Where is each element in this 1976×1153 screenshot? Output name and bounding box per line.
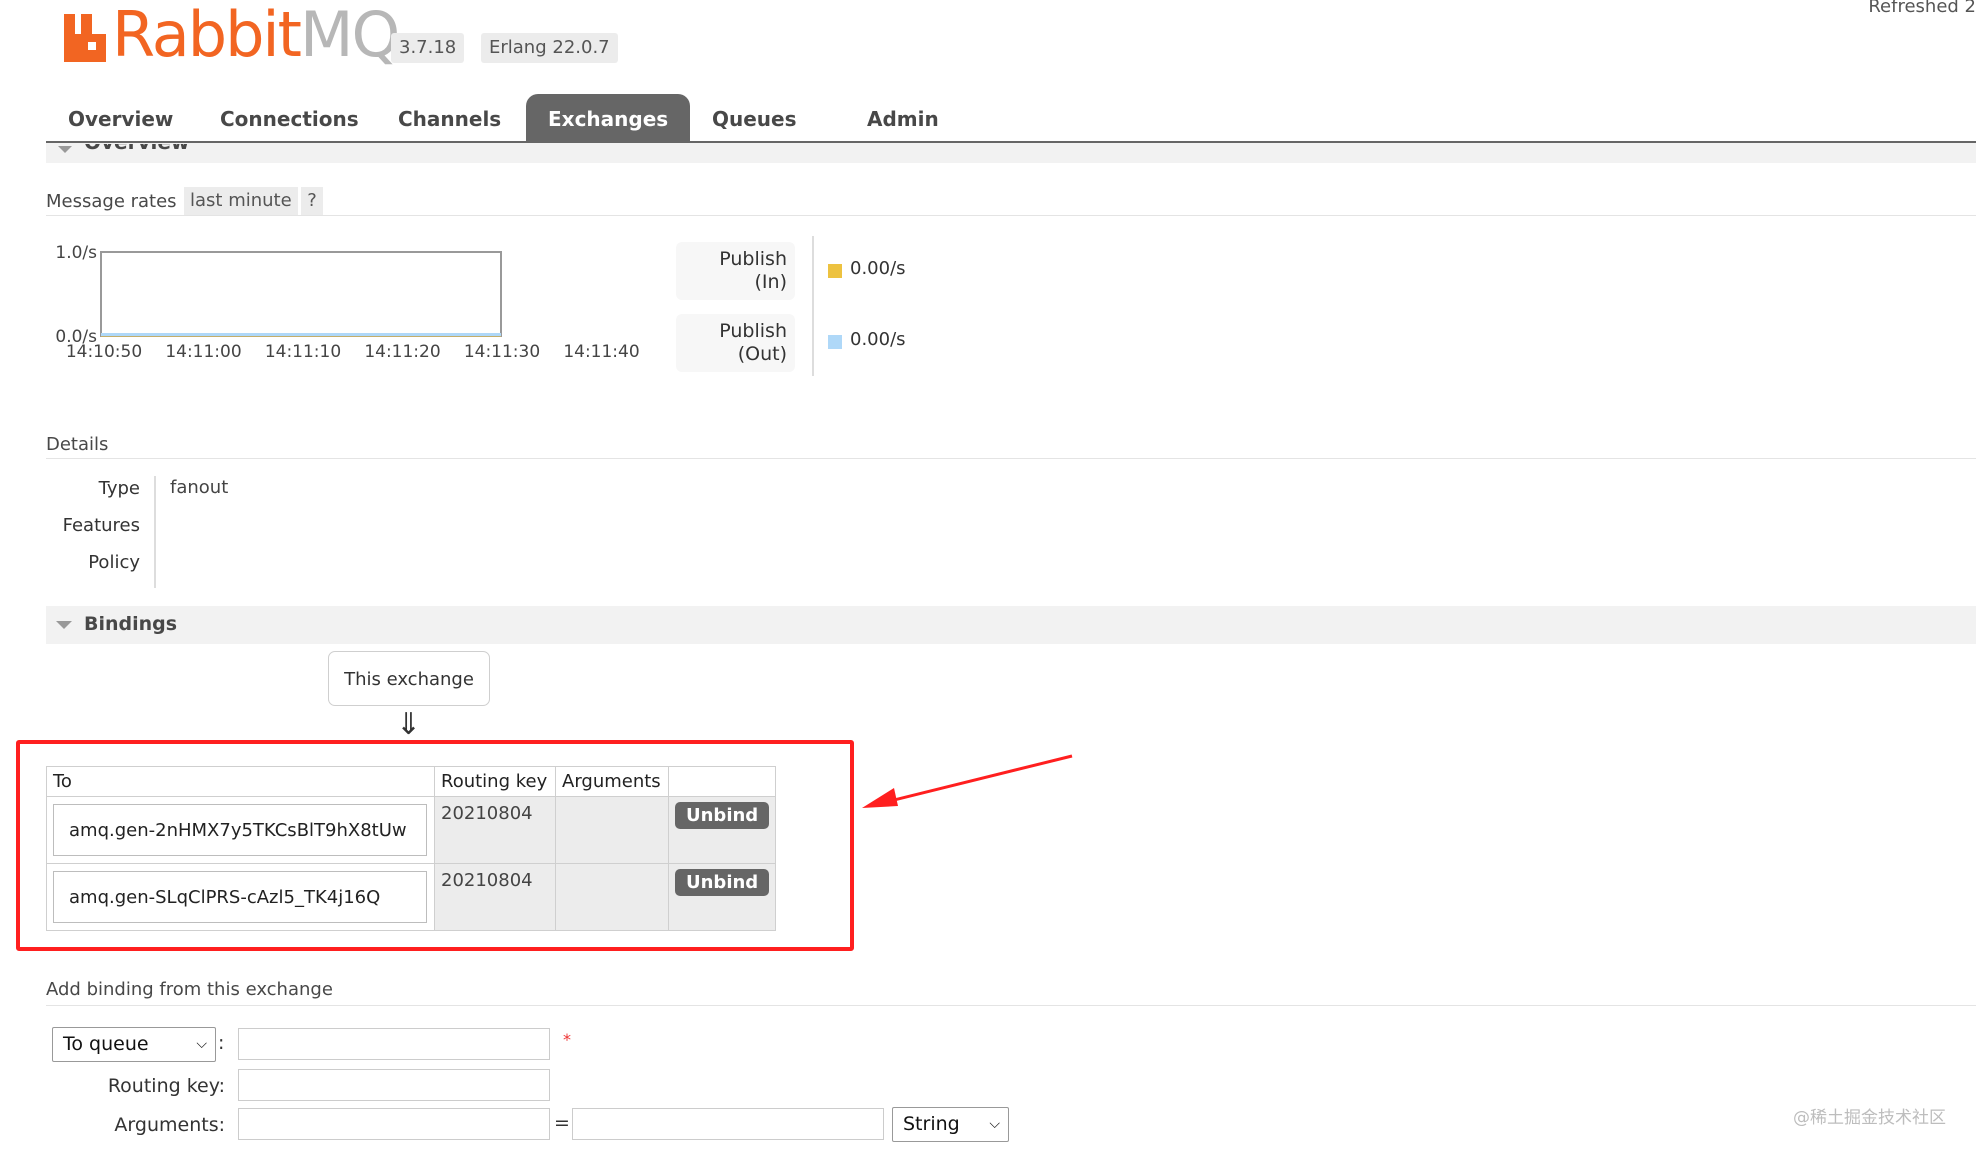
tab-queues[interactable]: Queues bbox=[690, 94, 819, 142]
type-label: Type bbox=[98, 478, 140, 499]
brand-mq: MQ bbox=[299, 0, 400, 71]
x-tick-label: 14:11:30 bbox=[464, 342, 540, 362]
publish-in-rate: 0.00/s bbox=[850, 258, 906, 279]
legend-publish-in[interactable]: Publish (In) bbox=[676, 242, 795, 300]
message-rates-label: Message rates bbox=[46, 191, 177, 212]
routing-key-label: Routing key: bbox=[107, 1075, 225, 1097]
overview-section-header[interactable] bbox=[46, 143, 1976, 163]
tab-channels[interactable]: Channels bbox=[376, 94, 523, 142]
version-badge: 3.7.18 bbox=[391, 33, 465, 63]
argument-type-select[interactable]: String ⌵ bbox=[892, 1107, 1009, 1142]
destination-type-select[interactable]: To queue ⌵ bbox=[52, 1027, 216, 1062]
destination-name-input[interactable] bbox=[238, 1028, 550, 1060]
publish-out-color-swatch bbox=[828, 335, 842, 349]
add-binding-label: Add binding from this exchange bbox=[46, 979, 333, 1000]
collapse-triangle-icon[interactable] bbox=[56, 621, 72, 629]
routing-key-input[interactable] bbox=[238, 1069, 550, 1101]
highlight-box bbox=[16, 740, 854, 951]
details-label: Details bbox=[46, 434, 109, 455]
refreshed-status[interactable]: Refreshed 2 bbox=[1868, 0, 1976, 17]
collapse-triangle-icon[interactable] bbox=[58, 146, 72, 153]
type-value: fanout bbox=[170, 477, 229, 498]
publish-in-color-swatch bbox=[828, 264, 842, 278]
x-tick-label: 14:11:10 bbox=[265, 342, 341, 362]
tab-overview[interactable]: Overview bbox=[46, 94, 195, 142]
down-arrow-icon: ⇓ bbox=[396, 707, 422, 742]
bindings-section-header[interactable] bbox=[46, 606, 1976, 644]
legend-publish-in-line1: Publish bbox=[719, 248, 787, 270]
details-separator bbox=[154, 476, 156, 588]
x-tick-label: 14:11:00 bbox=[165, 342, 241, 362]
argument-type-value: String bbox=[903, 1113, 960, 1135]
x-tick-label: 14:10:50 bbox=[66, 342, 142, 362]
this-exchange-node: This exchange bbox=[328, 651, 490, 706]
brand-name: RabbitMQ bbox=[112, 4, 400, 66]
required-marker: * bbox=[563, 1030, 571, 1049]
chevron-down-icon: ⌵ bbox=[196, 1036, 207, 1052]
destination-type-value: To queue bbox=[63, 1033, 149, 1055]
annotation-arrow-icon bbox=[862, 754, 1073, 808]
publish-out-rate: 0.00/s bbox=[850, 329, 906, 350]
x-tick-label: 14:11:20 bbox=[364, 342, 440, 362]
argument-key-input[interactable] bbox=[238, 1108, 550, 1140]
brand-rabbit: Rabbit bbox=[112, 0, 302, 71]
features-label: Features bbox=[62, 515, 140, 536]
y-tick-label: 1.0/s bbox=[55, 243, 97, 263]
rabbitmq-logo[interactable]: RabbitMQ TM bbox=[62, 4, 414, 66]
policy-label: Policy bbox=[88, 552, 140, 573]
divider bbox=[46, 1005, 1976, 1006]
bindings-section-title[interactable]: Bindings bbox=[84, 613, 177, 635]
help-button[interactable]: ? bbox=[301, 187, 323, 215]
legend-publish-out-line1: Publish bbox=[719, 320, 787, 342]
rabbit-logo-icon bbox=[64, 14, 106, 62]
rate-range-selector[interactable]: last minute bbox=[184, 187, 298, 215]
chart-plot-area bbox=[100, 251, 502, 337]
tab-connections[interactable]: Connections bbox=[198, 94, 381, 142]
legend-publish-out-line2: (Out) bbox=[737, 343, 787, 365]
legend-publish-out[interactable]: Publish (Out) bbox=[676, 314, 795, 372]
legend-separator bbox=[812, 236, 814, 376]
divider bbox=[46, 215, 1976, 216]
message-rates-chart: 1.0/s0.0/s 14:10:50 14:11:00 14:11:10 14:11… bbox=[55, 243, 639, 362]
x-tick-label: 14:11:40 bbox=[563, 342, 639, 362]
chevron-down-icon: ⌵ bbox=[989, 1116, 1000, 1132]
argument-value-input[interactable] bbox=[572, 1108, 884, 1140]
main-nav: Overview Connections Channels Exchanges … bbox=[46, 94, 1976, 142]
erlang-version-badge: Erlang 22.0.7 bbox=[481, 33, 618, 63]
legend-publish-in-line2: (In) bbox=[754, 271, 787, 293]
tab-exchanges[interactable]: Exchanges bbox=[526, 94, 691, 142]
equals-sign: = bbox=[554, 1112, 570, 1134]
divider bbox=[46, 458, 1976, 459]
tab-admin[interactable]: Admin bbox=[845, 94, 961, 142]
colon: : bbox=[218, 1032, 225, 1054]
watermark: @稀土掘金技术社区 bbox=[1793, 1108, 1946, 1128]
arguments-label: Arguments: bbox=[114, 1114, 225, 1136]
